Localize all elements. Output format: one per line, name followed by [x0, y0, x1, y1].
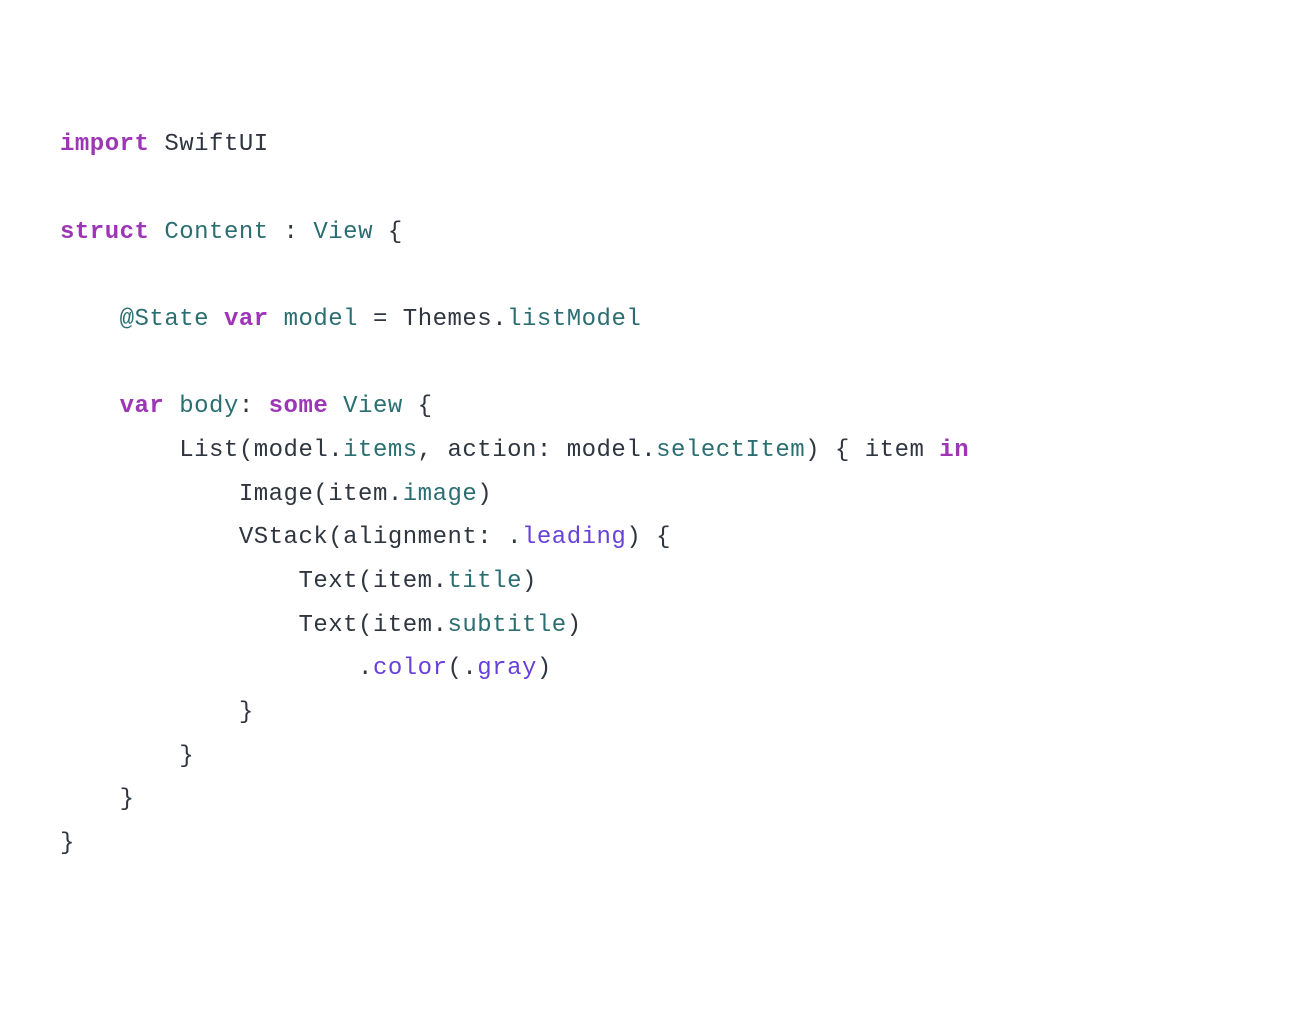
code-line: Image(item.image) — [60, 481, 492, 508]
type-name: View — [343, 393, 403, 420]
keyword: import — [60, 131, 149, 158]
punctuation: : . — [477, 524, 522, 551]
function-call: List — [179, 437, 239, 464]
property: items — [343, 437, 418, 464]
punctuation: . — [358, 655, 373, 682]
identifier: SwiftUI — [164, 131, 268, 158]
code-block: import SwiftUI struct Content : View { @… — [60, 123, 1231, 865]
code-line: } — [60, 699, 254, 726]
identifier: body — [179, 393, 239, 420]
code-line: } — [60, 830, 75, 857]
punctuation: : — [269, 219, 314, 246]
punctuation: ( — [313, 481, 328, 508]
code-line: import SwiftUI — [60, 131, 269, 158]
keyword: var — [224, 306, 269, 333]
punctuation: ) — [477, 481, 492, 508]
property: selectItem — [656, 437, 805, 464]
identifier: model — [567, 437, 642, 464]
brace: } — [239, 699, 254, 726]
code-line: Text(item.title) — [60, 568, 537, 595]
punctuation: . — [388, 481, 403, 508]
type-name: Themes — [403, 306, 492, 333]
identifier: item — [373, 568, 433, 595]
code-line: Text(item.subtitle) — [60, 612, 582, 639]
keyword: some — [269, 393, 329, 420]
keyword: var — [120, 393, 165, 420]
brace: } — [60, 830, 75, 857]
property: subtitle — [447, 612, 566, 639]
punctuation: . — [433, 568, 448, 595]
code-line: @State var model = Themes.listModel — [60, 306, 641, 333]
brace: { — [403, 393, 433, 420]
closure-param: item — [865, 437, 925, 464]
type-name: View — [313, 219, 373, 246]
punctuation: ) { — [626, 524, 671, 551]
punctuation: ( — [328, 524, 343, 551]
enum-case: leading — [522, 524, 626, 551]
argument-label: alignment — [343, 524, 477, 551]
property: title — [447, 568, 522, 595]
punctuation: (. — [447, 655, 477, 682]
punctuation: ) — [567, 612, 582, 639]
operator: = — [358, 306, 403, 333]
function-call: VStack — [239, 524, 328, 551]
punctuation: ( — [358, 568, 373, 595]
code-line: var body: some View { — [60, 393, 433, 420]
identifier: item — [373, 612, 433, 639]
identifier: model — [254, 437, 329, 464]
punctuation: : — [537, 437, 567, 464]
keyword: struct — [60, 219, 149, 246]
brace: { — [373, 219, 403, 246]
type-name: Content — [164, 219, 268, 246]
function-call: Text — [298, 612, 358, 639]
punctuation: . — [328, 437, 343, 464]
punctuation: ( — [239, 437, 254, 464]
code-line: } — [60, 786, 135, 813]
punctuation: ) — [522, 568, 537, 595]
code-line: } — [60, 743, 194, 770]
punctuation: . — [641, 437, 656, 464]
function-call: Image — [239, 481, 314, 508]
code-line: .color(.gray) — [60, 655, 552, 682]
method: color — [373, 655, 448, 682]
punctuation: ( — [358, 612, 373, 639]
code-line: List(model.items, action: model.selectIt… — [60, 437, 969, 464]
punctuation: : — [239, 393, 269, 420]
enum-case: gray — [477, 655, 537, 682]
property: listModel — [507, 306, 641, 333]
function-call: Text — [298, 568, 358, 595]
code-line: struct Content : View { — [60, 219, 403, 246]
brace: } — [179, 743, 194, 770]
attribute: State — [135, 306, 210, 333]
brace: } — [120, 786, 135, 813]
identifier: item — [328, 481, 388, 508]
punctuation: . — [492, 306, 507, 333]
punctuation: ) — [537, 655, 552, 682]
punctuation: , — [418, 437, 448, 464]
keyword: in — [939, 437, 969, 464]
argument-label: action — [447, 437, 536, 464]
code-line: VStack(alignment: .leading) { — [60, 524, 671, 551]
at-sign: @ — [120, 306, 135, 333]
identifier: model — [284, 306, 359, 333]
property: image — [403, 481, 478, 508]
punctuation: . — [433, 612, 448, 639]
punctuation: ) { — [805, 437, 865, 464]
